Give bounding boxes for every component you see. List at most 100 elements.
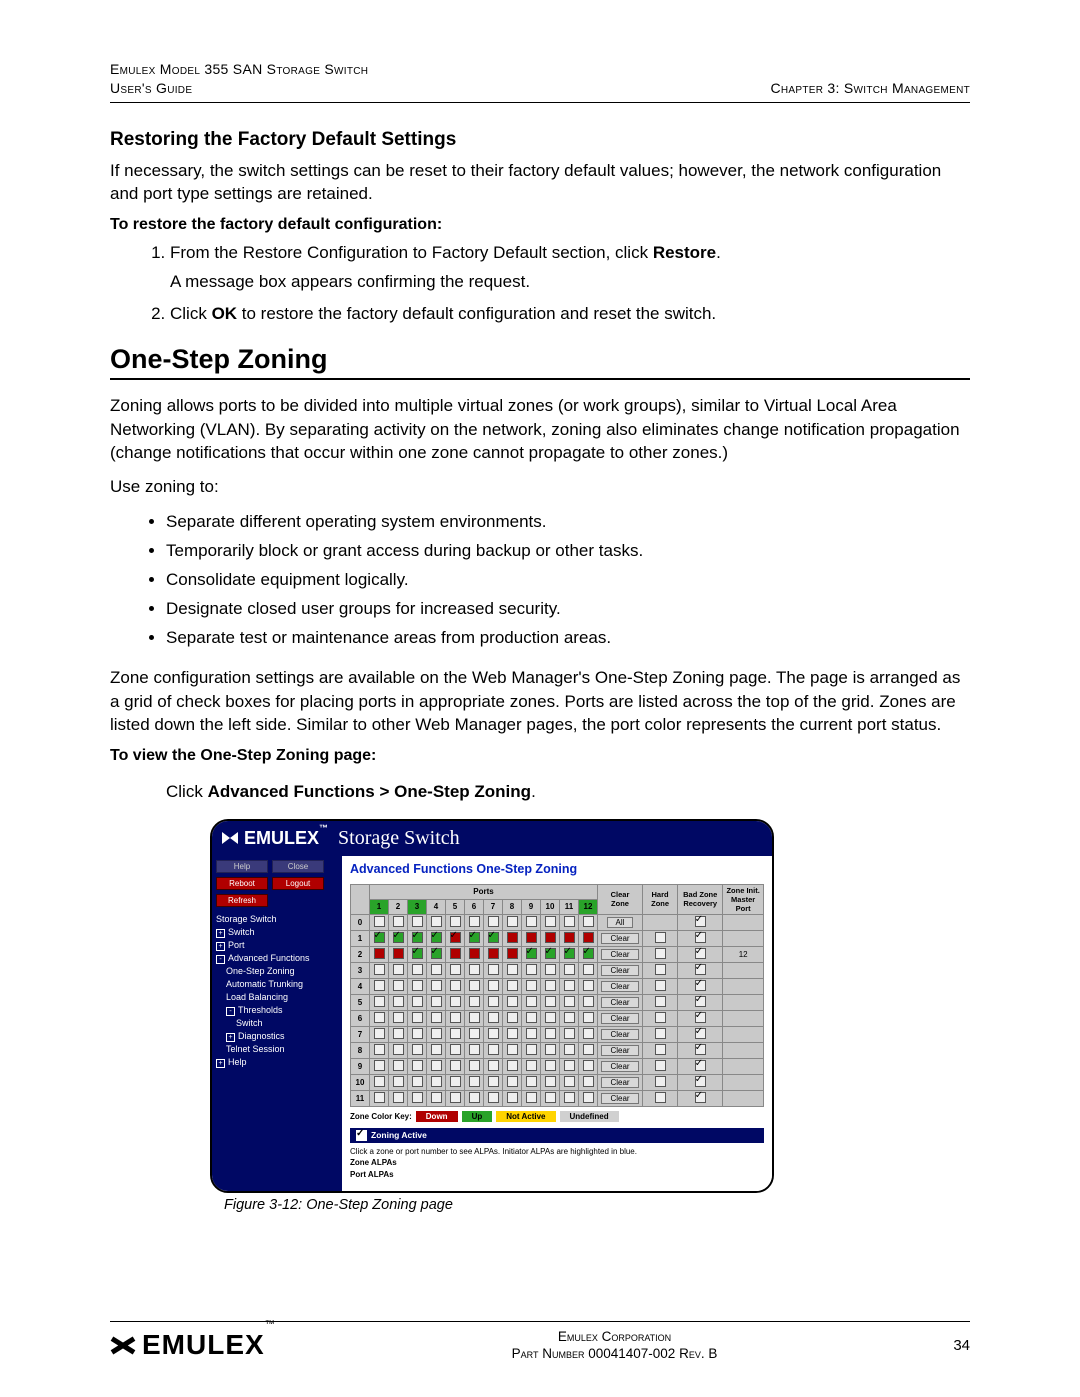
- nav-item[interactable]: +Help: [216, 1056, 338, 1069]
- zone-port-checkbox[interactable]: [393, 1044, 404, 1055]
- zone-port-checkbox[interactable]: [545, 1060, 556, 1071]
- zone-port-checkbox[interactable]: [431, 1044, 442, 1055]
- zone-port-checkbox[interactable]: [488, 916, 499, 927]
- zone-port-checkbox[interactable]: [412, 980, 423, 991]
- nav-item[interactable]: Load Balancing: [216, 991, 338, 1004]
- zone-port-checkbox[interactable]: [564, 1044, 575, 1055]
- zone-port-checkbox[interactable]: [488, 1044, 499, 1055]
- zone-port-checkbox[interactable]: [412, 964, 423, 975]
- zone-number[interactable]: 2: [351, 946, 370, 962]
- zone-port-checkbox[interactable]: [450, 980, 461, 991]
- port-header[interactable]: 1: [370, 899, 389, 914]
- hard-zone-checkbox[interactable]: [655, 1076, 666, 1087]
- zone-port-checkbox[interactable]: [488, 1076, 499, 1087]
- clear-zone-button[interactable]: Clear: [601, 965, 638, 976]
- zone-port-checkbox[interactable]: [507, 996, 518, 1007]
- port-header[interactable]: 2: [389, 899, 408, 914]
- bad-zone-recovery-checkbox[interactable]: [695, 980, 706, 991]
- zone-port-checkbox[interactable]: [431, 996, 442, 1007]
- zone-port-checkbox[interactable]: [545, 1076, 556, 1087]
- zone-port-checkbox[interactable]: [507, 1076, 518, 1087]
- zone-port-checkbox[interactable]: [431, 916, 442, 927]
- zone-port-checkbox[interactable]: [431, 1060, 442, 1071]
- zone-port-checkbox[interactable]: [583, 1044, 594, 1055]
- zone-port-checkbox[interactable]: [583, 932, 594, 943]
- zone-port-checkbox[interactable]: [564, 964, 575, 975]
- zone-port-checkbox[interactable]: [393, 964, 404, 975]
- zone-port-checkbox[interactable]: [507, 916, 518, 927]
- zone-port-checkbox[interactable]: [564, 1012, 575, 1023]
- zone-port-checkbox[interactable]: [583, 964, 594, 975]
- zone-port-checkbox[interactable]: [393, 932, 404, 943]
- bad-zone-recovery-checkbox[interactable]: [695, 1012, 706, 1023]
- zone-port-checkbox[interactable]: [507, 964, 518, 975]
- logout-button[interactable]: Logout: [272, 877, 324, 890]
- zone-port-checkbox[interactable]: [431, 1028, 442, 1039]
- zone-port-checkbox[interactable]: [564, 948, 575, 959]
- zone-port-checkbox[interactable]: [412, 1076, 423, 1087]
- zone-port-checkbox[interactable]: [450, 1076, 461, 1087]
- zone-number[interactable]: 4: [351, 978, 370, 994]
- zone-number[interactable]: 0: [351, 914, 370, 930]
- nav-item[interactable]: Storage Switch: [216, 913, 338, 926]
- zone-port-checkbox[interactable]: [526, 1076, 537, 1087]
- zone-port-checkbox[interactable]: [545, 1044, 556, 1055]
- zone-port-checkbox[interactable]: [431, 932, 442, 943]
- bad-zone-recovery-checkbox[interactable]: [695, 1044, 706, 1055]
- nav-item[interactable]: -Thresholds: [216, 1004, 338, 1017]
- zone-number[interactable]: 5: [351, 994, 370, 1010]
- zone-port-checkbox[interactable]: [431, 1012, 442, 1023]
- zone-port-checkbox[interactable]: [374, 1092, 385, 1103]
- hard-zone-checkbox[interactable]: [655, 1044, 666, 1055]
- zone-number[interactable]: 9: [351, 1058, 370, 1074]
- zone-port-checkbox[interactable]: [507, 980, 518, 991]
- zone-port-checkbox[interactable]: [545, 964, 556, 975]
- bad-zone-recovery-checkbox[interactable]: [695, 932, 706, 943]
- zone-port-checkbox[interactable]: [393, 980, 404, 991]
- clear-zone-button[interactable]: Clear: [601, 933, 638, 944]
- zone-port-checkbox[interactable]: [450, 1060, 461, 1071]
- zone-port-checkbox[interactable]: [469, 916, 480, 927]
- bad-zone-recovery-checkbox[interactable]: [695, 1060, 706, 1071]
- port-header[interactable]: 4: [427, 899, 446, 914]
- zone-port-checkbox[interactable]: [564, 996, 575, 1007]
- bad-zone-recovery-checkbox[interactable]: [695, 948, 706, 959]
- zone-port-checkbox[interactable]: [488, 980, 499, 991]
- clear-zone-button[interactable]: Clear: [601, 1045, 638, 1056]
- clear-all-button[interactable]: All: [607, 917, 634, 928]
- zone-port-checkbox[interactable]: [526, 964, 537, 975]
- hard-zone-checkbox[interactable]: [655, 932, 666, 943]
- tree-toggle-icon[interactable]: +: [216, 942, 225, 951]
- zone-port-checkbox[interactable]: [545, 916, 556, 927]
- zone-number[interactable]: 7: [351, 1026, 370, 1042]
- zone-port-checkbox[interactable]: [583, 1060, 594, 1071]
- hard-zone-checkbox[interactable]: [655, 948, 666, 959]
- zoning-active-checkbox[interactable]: [356, 1130, 367, 1141]
- zone-port-checkbox[interactable]: [488, 1060, 499, 1071]
- clear-zone-button[interactable]: Clear: [601, 981, 638, 992]
- zone-number[interactable]: 3: [351, 962, 370, 978]
- zone-port-checkbox[interactable]: [431, 980, 442, 991]
- zone-port-checkbox[interactable]: [469, 1044, 480, 1055]
- zone-port-checkbox[interactable]: [469, 980, 480, 991]
- zone-port-checkbox[interactable]: [450, 932, 461, 943]
- zone-port-checkbox[interactable]: [374, 948, 385, 959]
- zone-port-checkbox[interactable]: [374, 1060, 385, 1071]
- zone-port-checkbox[interactable]: [545, 980, 556, 991]
- zone-port-checkbox[interactable]: [393, 1028, 404, 1039]
- close-button[interactable]: Close: [272, 860, 324, 873]
- zone-port-checkbox[interactable]: [431, 964, 442, 975]
- zone-port-checkbox[interactable]: [374, 964, 385, 975]
- zone-port-checkbox[interactable]: [526, 996, 537, 1007]
- nav-item[interactable]: Telnet Session: [216, 1043, 338, 1056]
- zone-port-checkbox[interactable]: [526, 932, 537, 943]
- zone-port-checkbox[interactable]: [507, 1028, 518, 1039]
- zone-port-checkbox[interactable]: [450, 916, 461, 927]
- zone-port-checkbox[interactable]: [412, 1092, 423, 1103]
- zone-port-checkbox[interactable]: [526, 1012, 537, 1023]
- zone-port-checkbox[interactable]: [545, 1012, 556, 1023]
- zone-port-checkbox[interactable]: [393, 948, 404, 959]
- port-header[interactable]: 12: [579, 899, 598, 914]
- bad-zone-recovery-checkbox[interactable]: [695, 1076, 706, 1087]
- zone-port-checkbox[interactable]: [526, 1092, 537, 1103]
